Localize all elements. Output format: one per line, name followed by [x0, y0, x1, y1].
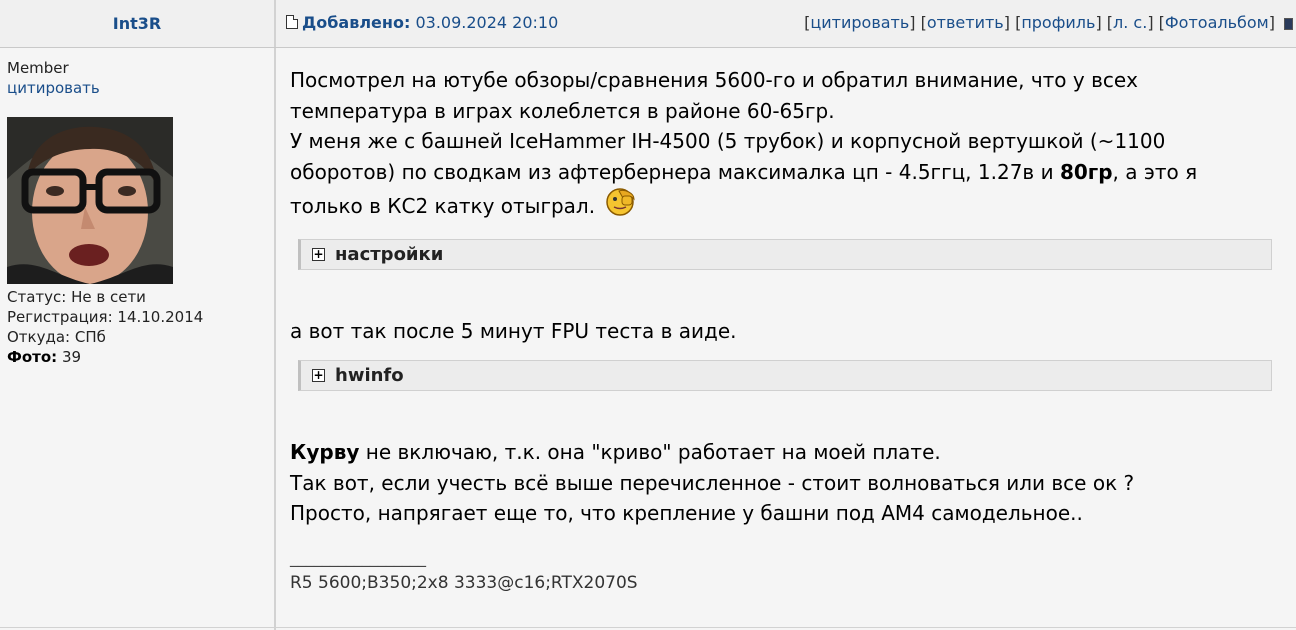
- private-message-button[interactable]: л. с.: [1113, 13, 1147, 32]
- signature: R5 5600;B350;2x8 3333@c16;RTX2070S: [290, 573, 638, 593]
- spoiler-title[interactable]: настройки: [335, 240, 443, 269]
- post-paragraph-2: а вот так после 5 минут FPU теста в аиде…: [290, 319, 737, 343]
- author-profile: Member цитировать Статус: Не в сети Реги…: [0, 48, 276, 630]
- divider: [0, 627, 1296, 628]
- photo-album-button[interactable]: Фотоальбом: [1165, 13, 1269, 32]
- facepalm-smiley-icon: [605, 187, 637, 226]
- spoiler-hwinfo[interactable]: + hwinfo: [298, 360, 1272, 391]
- signature-separator: _________________: [290, 548, 426, 567]
- text-line: только в КС2 катку отыграл.: [290, 194, 596, 218]
- author-cell: Int3R: [0, 0, 276, 47]
- location-text: Откуда: СПб: [7, 328, 106, 346]
- bold-curve: Курву: [290, 440, 360, 464]
- text-line: , а это я: [1112, 159, 1198, 184]
- status-text: Статус: Не в сети: [7, 288, 146, 306]
- text-line: не включаю, т.к. она "криво" работает на…: [359, 440, 941, 464]
- profile-button[interactable]: профиль: [1021, 13, 1095, 32]
- expand-plus-icon[interactable]: +: [312, 369, 325, 382]
- text-line: Посмотрел на ютубе обзоры/сравнения 5600…: [290, 68, 1138, 92]
- quote-button[interactable]: цитировать: [810, 13, 909, 32]
- bold-temperature: 80гр: [1059, 159, 1113, 184]
- quote-link[interactable]: цитировать: [7, 79, 100, 97]
- text-line: температура в играх колеблется в районе …: [290, 98, 835, 123]
- author-name-link[interactable]: Int3R: [113, 14, 161, 33]
- post-header: Int3R Добавлено: 03.09.2024 20:10 [цитир…: [0, 0, 1296, 48]
- photo-count-value: 39: [61, 348, 82, 366]
- photo-count: Фото: 39: [7, 347, 203, 367]
- text-line: У меня же с башней IceHammer IH-4500 (5 …: [290, 129, 1166, 153]
- post-meta: Добавлено: 03.09.2024 20:10 [цитировать]…: [276, 0, 1296, 47]
- spoiler-title[interactable]: hwinfo: [335, 361, 404, 390]
- photo-label: Фото:: [7, 348, 58, 366]
- reply-button[interactable]: ответить: [927, 13, 1004, 32]
- spoiler-settings[interactable]: + настройки: [298, 239, 1272, 270]
- text-line: Так вот, если учесть всё выше перечислен…: [290, 470, 1135, 495]
- profile-info: Статус: Не в сети Регистрация: 14.10.201…: [7, 287, 203, 367]
- added-date: Добавлено: 03.09.2024 20:10: [302, 13, 558, 32]
- added-datetime: 03.09.2024 20:10: [415, 13, 559, 32]
- added-label: Добавлено:: [302, 13, 411, 32]
- post-paragraph-3: Курву не включаю, т.к. она "криво" работ…: [290, 437, 1280, 529]
- user-rank: Member: [7, 59, 69, 77]
- avatar-image: [7, 117, 173, 284]
- avatar[interactable]: [7, 117, 173, 284]
- post-paragraph-1: Посмотрел на ютубе обзоры/сравнения 5600…: [290, 65, 1280, 226]
- expand-plus-icon[interactable]: +: [312, 248, 325, 261]
- post-actions: [цитировать] [ответить] [профиль] [л. с.…: [804, 13, 1275, 32]
- square-icon: [1284, 18, 1293, 30]
- text-line: оборотов) по сводкам из афтербернера мак…: [290, 159, 1054, 184]
- registration-text: Регистрация: 14.10.2014: [7, 308, 204, 326]
- post-link-icon[interactable]: [286, 15, 298, 29]
- text-line: Просто, напрягает еще то, что крепление …: [290, 501, 1083, 525]
